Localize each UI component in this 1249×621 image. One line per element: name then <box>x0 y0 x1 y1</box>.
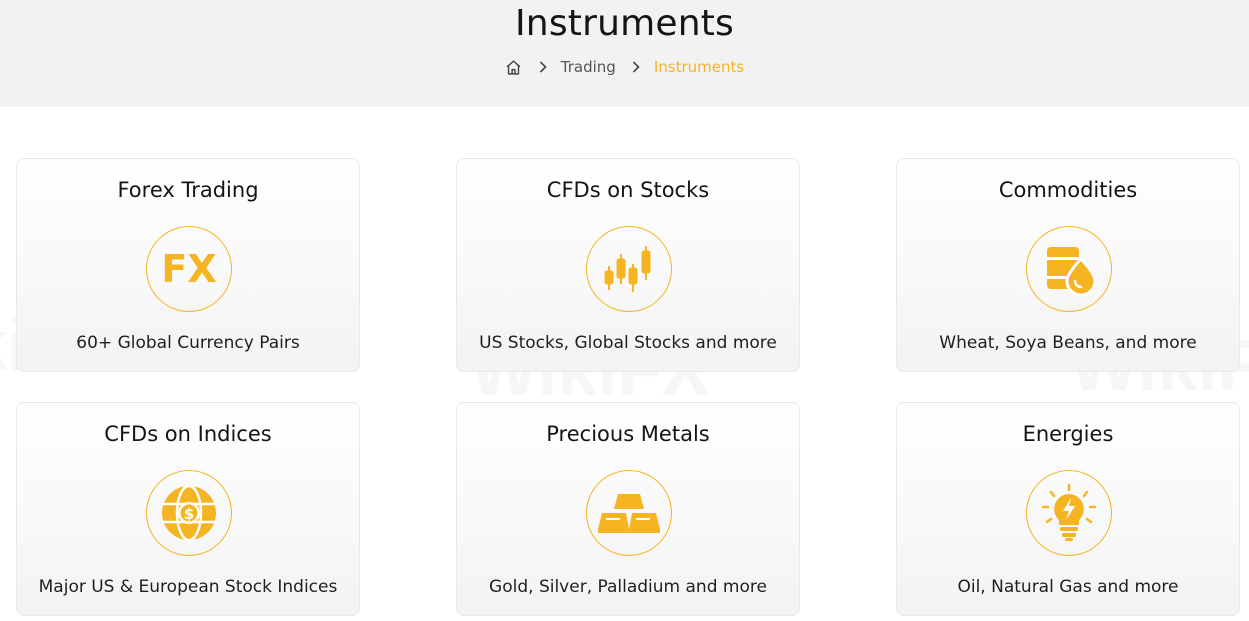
breadcrumb: Trading Instruments <box>0 58 1249 76</box>
card-forex-trading[interactable]: Forex Trading FX 60+ Global Currency Pai… <box>16 158 360 372</box>
page-header: Instruments Trading Instruments <box>0 0 1249 107</box>
card-cfds-on-indices[interactable]: CFDs on Indices $ Major US & European St… <box>16 402 360 616</box>
card-energies[interactable]: Energies Oil, Natural Gas and more <box>896 402 1240 616</box>
card-description: Gold, Silver, Palladium and more <box>489 577 767 597</box>
card-title: CFDs on Stocks <box>546 178 710 202</box>
card-description: Wheat, Soya Beans, and more <box>939 333 1197 353</box>
chevron-right-icon <box>538 58 548 76</box>
lightbulb-bolt-icon <box>1026 470 1112 556</box>
breadcrumb-link-trading[interactable]: Trading <box>561 58 616 76</box>
card-description: Oil, Natural Gas and more <box>957 577 1179 597</box>
card-title: Energies <box>1022 422 1114 446</box>
chevron-right-icon <box>631 58 641 76</box>
card-title: CFDs on Indices <box>104 422 272 446</box>
globe-dollar-icon: $ <box>146 470 232 556</box>
gold-bars-icon <box>586 470 672 556</box>
card-description: 60+ Global Currency Pairs <box>76 333 300 353</box>
card-description: US Stocks, Global Stocks and more <box>479 333 777 353</box>
card-title: Commodities <box>998 178 1138 202</box>
fx-icon: FX <box>146 226 232 312</box>
svg-text:FX: FX <box>161 249 216 289</box>
candlestick-icon <box>586 226 672 312</box>
card-description: Major US & European Stock Indices <box>38 577 338 597</box>
card-cfds-on-stocks[interactable]: CFDs on Stocks US Stocks, Global Stocks … <box>456 158 800 372</box>
svg-text:$: $ <box>184 505 194 523</box>
card-title: Precious Metals <box>546 422 710 446</box>
card-title: Forex Trading <box>117 178 259 202</box>
card-precious-metals[interactable]: Precious Metals Gold, Silver, Palladium … <box>456 402 800 616</box>
card-commodities[interactable]: Commodities Wheat, Soya Beans, and more <box>896 158 1240 372</box>
oil-barrel-drop-icon <box>1026 226 1112 312</box>
page-title: Instruments <box>514 3 735 44</box>
home-icon[interactable] <box>505 58 523 76</box>
breadcrumb-current: Instruments <box>653 58 745 76</box>
